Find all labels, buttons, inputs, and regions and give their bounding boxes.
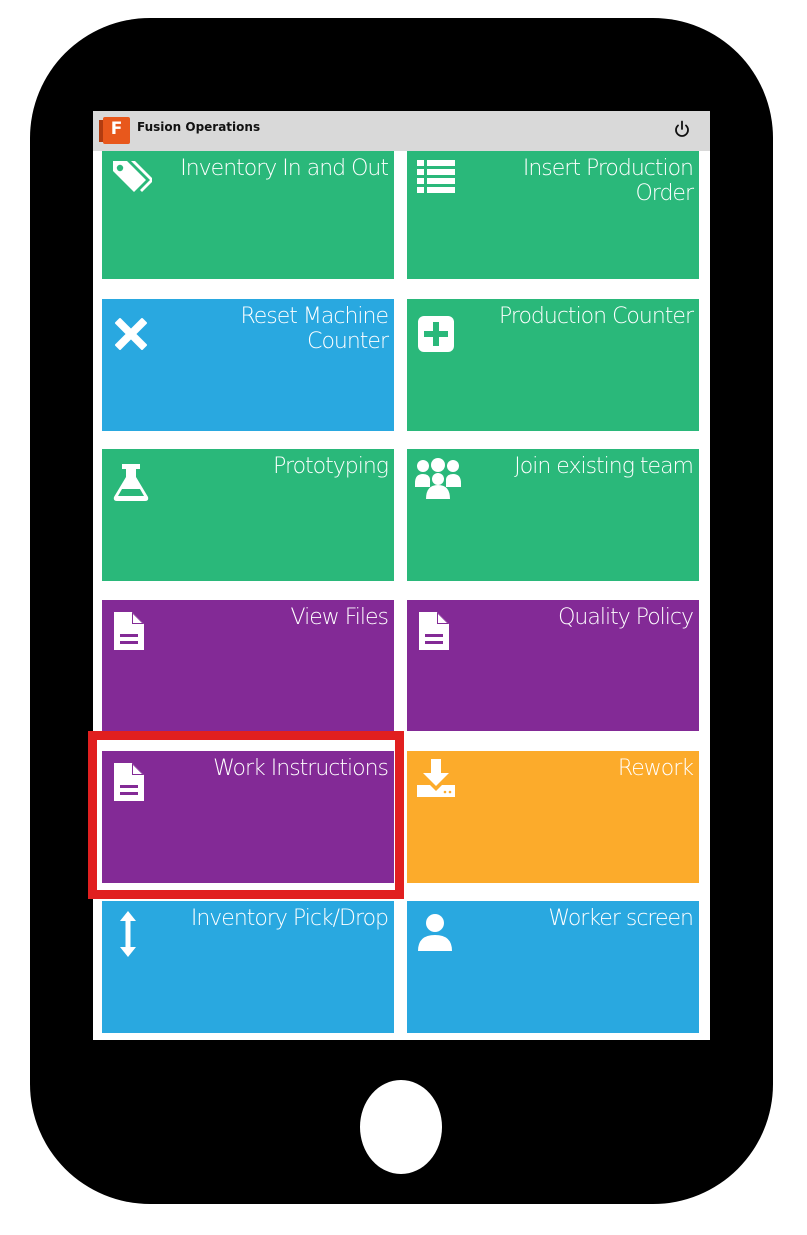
tile-join-existing-team[interactable]: Join existing team bbox=[407, 449, 699, 581]
file-icon bbox=[419, 612, 449, 650]
download-icon bbox=[417, 759, 455, 797]
tile-worker-screen[interactable]: Worker screen bbox=[407, 901, 699, 1033]
app-logo-letter: F bbox=[110, 119, 123, 139]
home-button[interactable] bbox=[360, 1080, 442, 1174]
flask-icon bbox=[113, 464, 149, 501]
tile-label: Production Counter bbox=[499, 304, 694, 329]
tile-production-counter[interactable]: Production Counter bbox=[407, 299, 699, 431]
tile-label: Rework bbox=[617, 756, 694, 781]
app-header: F Fusion Operations bbox=[93, 111, 710, 151]
app-screen: F Fusion Operations Inventory In and Out… bbox=[93, 111, 710, 1040]
users-icon bbox=[415, 458, 461, 499]
vertical-arrows-icon bbox=[120, 911, 136, 957]
tile-label: Join existing team bbox=[514, 454, 694, 479]
tile-inventory-pick-drop[interactable]: Inventory Pick/Drop bbox=[102, 901, 394, 1033]
app-logo: F bbox=[99, 117, 130, 144]
x-icon bbox=[115, 318, 147, 350]
highlight-box bbox=[88, 731, 404, 899]
file-icon bbox=[114, 612, 144, 650]
tile-reset-machine-counter[interactable]: Reset Machine Counter bbox=[102, 299, 394, 431]
user-icon bbox=[418, 914, 452, 951]
tile-view-files[interactable]: View Files bbox=[102, 600, 394, 731]
tile-quality-policy[interactable]: Quality Policy bbox=[407, 600, 699, 731]
tile-label: Inventory Pick/Drop bbox=[190, 906, 389, 931]
app-title: Fusion Operations bbox=[137, 120, 261, 134]
tile-insert-production-order[interactable]: Insert Production Order bbox=[407, 151, 699, 279]
power-icon[interactable] bbox=[671, 118, 693, 140]
tile-label: Reset Machine Counter bbox=[240, 304, 389, 354]
plus-square-icon bbox=[418, 316, 454, 352]
tile-label: Worker screen bbox=[548, 906, 694, 931]
tile-rework[interactable]: Rework bbox=[407, 751, 699, 883]
tile-label: Quality Policy bbox=[558, 605, 694, 630]
tags-icon bbox=[113, 161, 152, 192]
tile-label: Insert Production Order bbox=[522, 156, 694, 206]
tile-label: Inventory In and Out bbox=[180, 156, 389, 181]
tile-prototyping[interactable]: Prototyping bbox=[102, 449, 394, 581]
tile-inventory-in-out[interactable]: Inventory In and Out bbox=[102, 151, 394, 279]
tile-label: View Files bbox=[290, 605, 389, 630]
tile-label: Prototyping bbox=[273, 454, 389, 479]
list-icon bbox=[417, 160, 455, 193]
